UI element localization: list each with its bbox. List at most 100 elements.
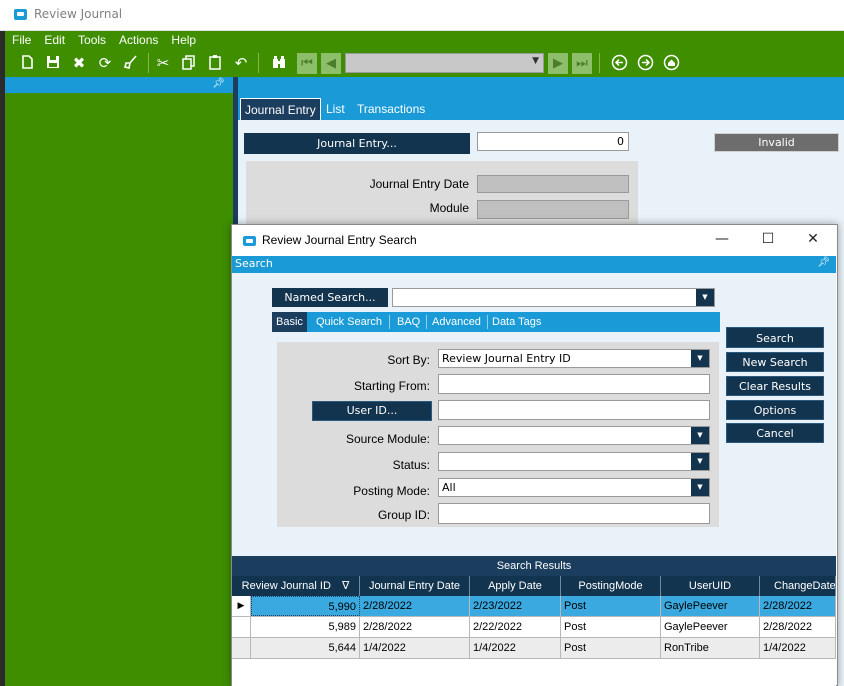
cell-posting-mode[interactable]: Post: [561, 638, 661, 658]
delete-icon[interactable]: ✖: [70, 54, 88, 72]
sort-by-value: Review Journal Entry ID: [442, 352, 571, 365]
last-record-icon[interactable]: ⏭: [572, 53, 592, 74]
cell-apply-date[interactable]: 2/23/2022: [470, 596, 561, 616]
tree-panel: [5, 77, 233, 686]
paste-icon[interactable]: [206, 54, 224, 72]
cancel-button[interactable]: Cancel: [726, 423, 824, 443]
source-module-select[interactable]: ▼: [438, 426, 710, 445]
sort-by-label: Sort By:: [387, 353, 430, 367]
pin-icon[interactable]: 📌︎: [817, 257, 830, 268]
table-row[interactable]: 5,644 1/4/2022 1/4/2022 Post RonTribe 1/…: [232, 638, 836, 659]
user-id-input[interactable]: [438, 400, 710, 420]
module-field: [477, 200, 629, 219]
chevron-down-icon[interactable]: ▼: [691, 479, 709, 496]
pin-icon[interactable]: 📌︎: [212, 78, 225, 89]
app-icon: [243, 236, 256, 246]
search-button[interactable]: Search: [726, 327, 824, 348]
tab-basic[interactable]: Basic: [272, 312, 307, 332]
prev-record-icon[interactable]: ◀: [321, 53, 341, 74]
cut-icon[interactable]: ✂: [154, 54, 172, 72]
search-section-header: Search 📌︎: [232, 256, 836, 273]
named-search-button[interactable]: Named Search...: [272, 288, 388, 307]
new-search-button[interactable]: New Search: [726, 352, 824, 372]
cell-posting-mode[interactable]: Post: [561, 617, 661, 637]
cell-je-date[interactable]: 1/4/2022: [360, 638, 470, 658]
column-user-uid[interactable]: UserUID: [661, 576, 760, 596]
binoculars-icon[interactable]: [270, 54, 288, 72]
cell-change-date[interactable]: 1/4/2022: [760, 638, 836, 658]
status-select[interactable]: ▼: [438, 452, 710, 471]
cell-je-date[interactable]: 2/28/2022: [360, 617, 470, 637]
new-icon[interactable]: [18, 54, 36, 72]
column-change-date[interactable]: ChangeDate: [760, 576, 836, 596]
undo-icon[interactable]: ↶: [232, 54, 250, 72]
row-selector[interactable]: [232, 617, 251, 637]
tab-quick-search[interactable]: Quick Search: [312, 312, 386, 332]
column-review-journal-id[interactable]: Review Journal ID ∇: [232, 576, 360, 596]
back-icon[interactable]: [610, 54, 628, 72]
copy-icon[interactable]: [180, 54, 198, 72]
chevron-down-icon[interactable]: ▼: [691, 453, 709, 470]
clear-results-button[interactable]: Clear Results: [726, 376, 824, 396]
cell-user[interactable]: RonTribe: [661, 638, 760, 658]
posting-mode-select[interactable]: All ▼: [438, 478, 710, 497]
next-record-icon[interactable]: ▶: [548, 53, 568, 74]
tab-journal-entry[interactable]: Journal Entry: [240, 98, 321, 120]
cell-change-date[interactable]: 2/28/2022: [760, 617, 836, 637]
column-apply-date[interactable]: Apply Date: [470, 576, 561, 596]
tab-data-tags[interactable]: Data Tags: [488, 312, 545, 332]
toolbar-separator: [599, 53, 600, 73]
user-id-button[interactable]: User ID...: [312, 401, 432, 421]
clear-icon[interactable]: [122, 54, 140, 72]
menu-file[interactable]: File: [5, 31, 37, 47]
tab-separator: [389, 315, 390, 329]
cell-id[interactable]: 5,644: [251, 638, 360, 658]
dropdown-arrow-icon[interactable]: ▼: [532, 56, 539, 66]
maximize-icon[interactable]: ☐: [758, 229, 778, 249]
menu-help[interactable]: Help: [164, 31, 202, 47]
cell-posting-mode[interactable]: Post: [561, 596, 661, 616]
tab-transactions[interactable]: Transactions: [353, 98, 429, 120]
forward-icon[interactable]: [636, 54, 654, 72]
column-label: Review Journal ID: [241, 580, 331, 592]
table-row[interactable]: 5,989 2/28/2022 2/22/2022 Post GaylePeev…: [232, 617, 836, 638]
cell-apply-date[interactable]: 1/4/2022: [470, 638, 561, 658]
chevron-down-icon[interactable]: ▼: [696, 289, 714, 306]
menu-edit[interactable]: Edit: [37, 31, 71, 47]
home-icon[interactable]: [662, 54, 680, 72]
tab-list[interactable]: List: [322, 98, 349, 120]
posting-mode-value: All: [442, 481, 456, 494]
column-posting-mode[interactable]: PostingMode: [561, 576, 661, 596]
tab-advanced[interactable]: Advanced: [428, 312, 485, 332]
options-button[interactable]: Options: [726, 400, 824, 420]
cell-apply-date[interactable]: 2/22/2022: [470, 617, 561, 637]
cell-id[interactable]: 5,990: [251, 596, 360, 616]
chevron-down-icon[interactable]: ▼: [691, 350, 709, 367]
sort-by-select[interactable]: Review Journal Entry ID ▼: [438, 349, 710, 368]
journal-entry-button[interactable]: Journal Entry...: [244, 133, 470, 154]
named-search-select[interactable]: ▼: [392, 288, 715, 307]
cell-change-date[interactable]: 2/28/2022: [760, 596, 836, 616]
save-icon[interactable]: [44, 54, 62, 72]
menu-actions[interactable]: Actions: [112, 31, 164, 47]
cell-user[interactable]: GaylePeever: [661, 617, 760, 637]
column-journal-entry-date[interactable]: Journal Entry Date: [360, 576, 470, 596]
cell-je-date[interactable]: 2/28/2022: [360, 596, 470, 616]
close-icon[interactable]: ✕: [803, 229, 823, 249]
refresh-icon[interactable]: ⟳: [96, 54, 114, 72]
journal-entry-field[interactable]: 0: [477, 132, 629, 151]
minimize-icon[interactable]: —: [712, 229, 732, 249]
cell-user[interactable]: GaylePeever: [661, 596, 760, 616]
table-row[interactable]: ▶ 5,990 2/28/2022 2/23/2022 Post GaylePe…: [232, 596, 836, 617]
menu-tools[interactable]: Tools: [71, 31, 112, 47]
group-id-input[interactable]: [438, 503, 710, 524]
starting-from-input[interactable]: [438, 374, 710, 394]
row-selector[interactable]: [232, 638, 251, 658]
first-record-icon[interactable]: ⏮: [297, 53, 317, 74]
tab-baq[interactable]: BAQ: [393, 312, 424, 332]
module-label: Module: [429, 201, 469, 215]
row-selector-icon[interactable]: ▶: [232, 596, 251, 616]
cell-id[interactable]: 5,989: [251, 617, 360, 637]
record-combo[interactable]: ▼: [345, 53, 544, 73]
chevron-down-icon[interactable]: ▼: [691, 427, 709, 444]
